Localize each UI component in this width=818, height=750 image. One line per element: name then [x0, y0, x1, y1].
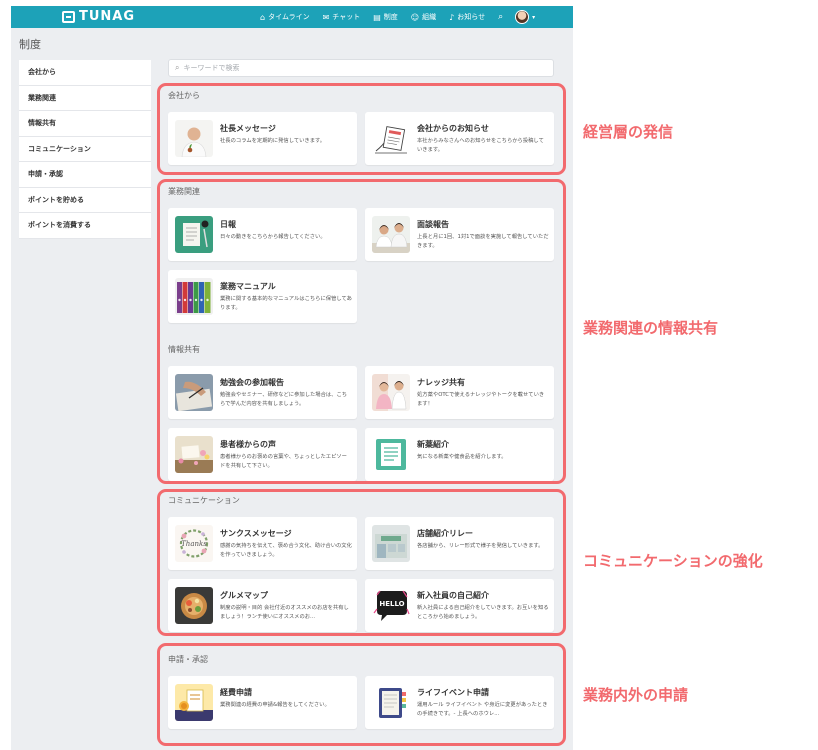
- annotation-label: 業務内外の申請: [583, 686, 689, 704]
- nav-label: タイムライン: [268, 13, 310, 21]
- highlight-frame-applications: [157, 643, 566, 746]
- page-title: 制度: [19, 38, 41, 51]
- annotation-label: 経営層の発信: [583, 123, 674, 141]
- user-avatar[interactable]: [515, 10, 530, 24]
- category-sidebar: 会社から 業務関連 情報共有 コミュニケーション 申請・承認 ポイントを貯める …: [19, 60, 151, 239]
- nav-label: チャット: [332, 13, 361, 21]
- nav-timeline[interactable]: ⌂ タイムライン: [260, 12, 310, 22]
- logo-icon: [62, 11, 75, 23]
- highlight-frame-communication: [157, 489, 566, 636]
- search-icon[interactable]: ⌕: [498, 12, 503, 22]
- nav-label: 制度: [383, 13, 398, 21]
- home-icon: ⌂: [260, 12, 266, 22]
- top-navbar: TUNAG ⌂ タイムライン ✉ チャット ▤ 制度 ☺ 組織 ♪ お知らせ ⌕…: [11, 6, 573, 28]
- annotation-label: 業務関連の情報共有: [583, 319, 719, 337]
- sidebar-item-spend-points[interactable]: ポイントを消費する: [19, 213, 151, 239]
- nav-organization[interactable]: ☺ 組織: [411, 12, 436, 22]
- chevron-down-icon[interactable]: ▾: [532, 14, 535, 21]
- sidebar-item-earn-points[interactable]: ポイントを貯める: [19, 188, 151, 213]
- keyword-search[interactable]: ⌕: [168, 59, 554, 77]
- search-icon: ⌕: [175, 63, 180, 72]
- logo-text: TUNAG: [79, 9, 136, 24]
- nav-notifications[interactable]: ♪ お知らせ: [449, 12, 485, 22]
- sidebar-item-business[interactable]: 業務関連: [19, 86, 151, 111]
- annotation-label: コミュニケーションの強化: [583, 552, 763, 570]
- tunag-logo[interactable]: TUNAG: [62, 10, 135, 24]
- search-input[interactable]: [183, 64, 524, 72]
- book-icon: ▤: [373, 12, 381, 22]
- highlight-frame-business: [157, 179, 566, 484]
- nav-menu: ⌂ タイムライン ✉ チャット ▤ 制度 ☺ 組織 ♪ お知らせ ⌕ ▾: [260, 6, 535, 28]
- sidebar-item-communication[interactable]: コミュニケーション: [19, 137, 151, 162]
- highlight-frame-company: [157, 83, 566, 175]
- nav-chat[interactable]: ✉ チャット: [323, 12, 361, 22]
- nav-label: お知らせ: [457, 13, 486, 21]
- bell-icon: ♪: [449, 12, 455, 22]
- sidebar-item-company[interactable]: 会社から: [19, 60, 151, 86]
- chat-icon: ✉: [322, 12, 330, 22]
- nav-systems[interactable]: ▤ 制度: [373, 12, 398, 22]
- nav-label: 組織: [422, 13, 437, 21]
- users-icon: ☺: [410, 12, 420, 22]
- sidebar-item-applications[interactable]: 申請・承認: [19, 162, 151, 188]
- sidebar-item-info-sharing[interactable]: 情報共有: [19, 111, 151, 137]
